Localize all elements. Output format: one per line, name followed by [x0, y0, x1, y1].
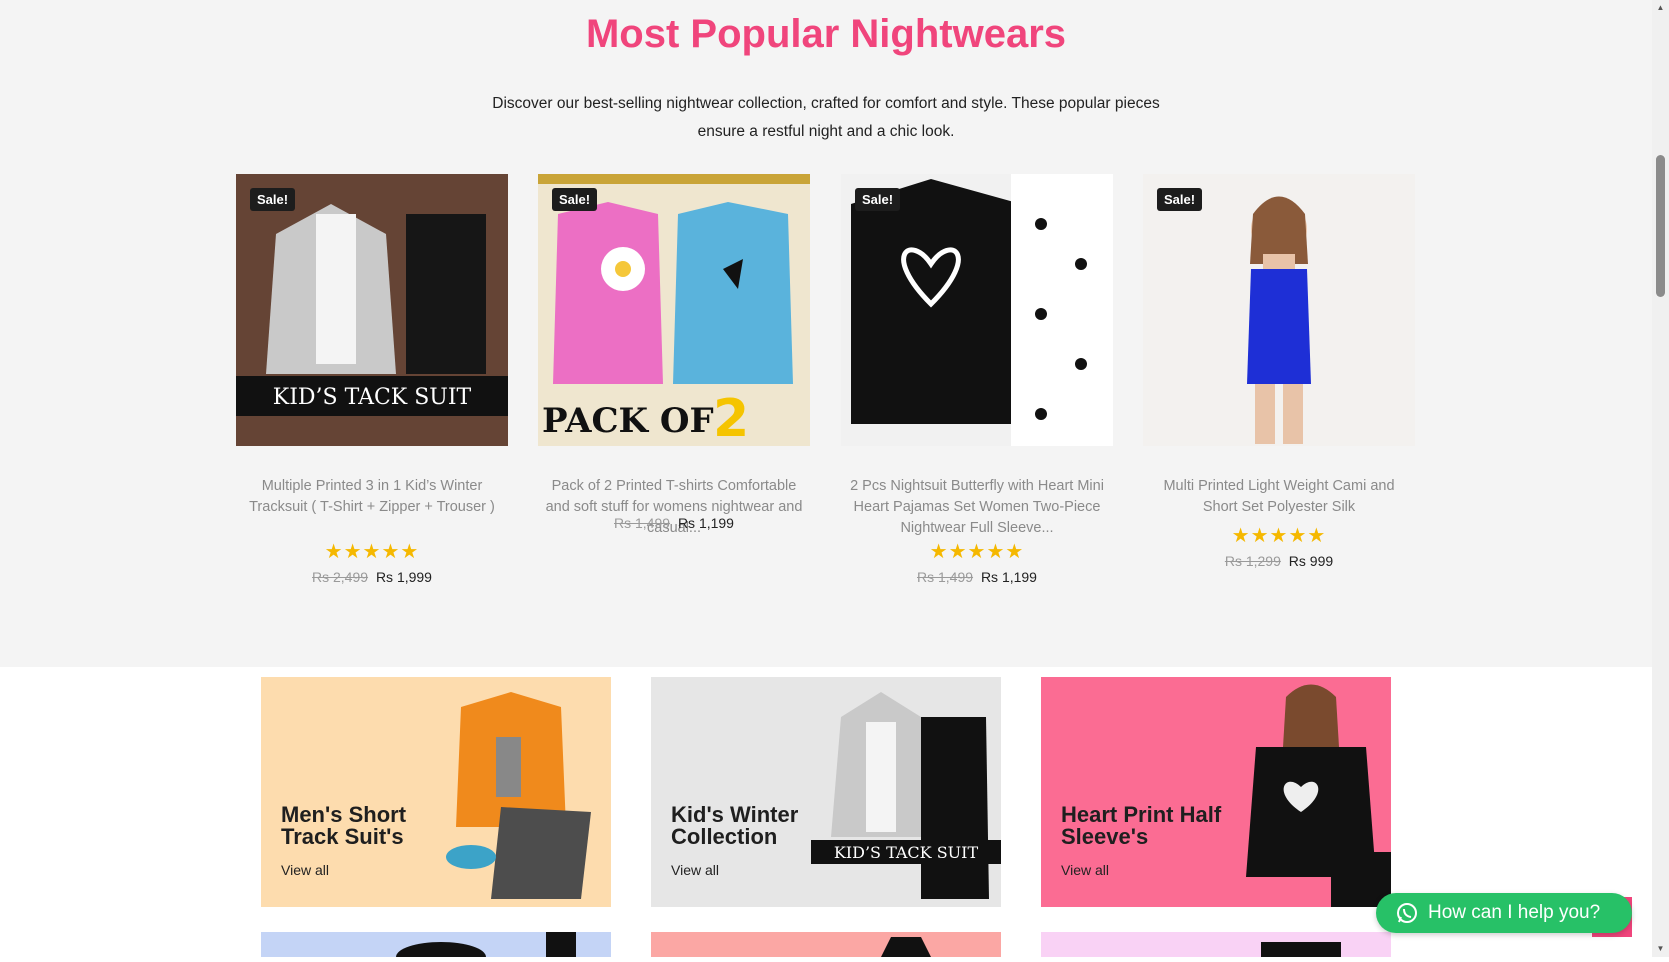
category-card-heart-print[interactable]: Heart Print Half Sleeve's View all	[1041, 677, 1391, 907]
product-price: Rs 1,499 Rs 1,199	[841, 569, 1113, 585]
product-title[interactable]: Multi Printed Light Weight Cami and Shor…	[1143, 476, 1415, 518]
category-image: KID’S TACK SUIT	[811, 692, 1001, 899]
product-price: Rs 1,299 Rs 999	[1143, 553, 1415, 569]
product-image[interactable]: KID’S TACK SUIT Sale!	[236, 174, 508, 446]
old-price: Rs 2,499	[312, 569, 369, 585]
scroll-down-icon[interactable]: ▼	[1656, 944, 1665, 954]
view-all-link[interactable]: View all	[281, 862, 329, 878]
scroll-up-icon[interactable]: ▲	[1656, 3, 1665, 13]
product-title[interactable]: Multiple Printed 3 in 1 Kid’s Winter Tra…	[236, 476, 508, 539]
sale-badge: Sale!	[250, 188, 296, 211]
product-image[interactable]: PACK OF 2 Sale!	[538, 174, 810, 446]
product-card[interactable]: KID’S TACK SUIT Sale! Multiple Printed 3…	[236, 174, 508, 585]
sale-price: Rs 1,199	[677, 515, 734, 531]
product-card[interactable]: Sale! Multi Printed Light Weight Cami an…	[1143, 174, 1415, 569]
product-card[interactable]: PACK OF 2 Sale! Pack of 2 Printed T-shir…	[538, 174, 810, 536]
category-card-mens-track-suits[interactable]: Men's Short Track Suit's View all	[261, 677, 611, 907]
sale-price: Rs 1,199	[980, 569, 1037, 585]
rating-stars: ★★★★★	[1231, 525, 1327, 547]
sale-badge: Sale!	[1157, 188, 1203, 211]
whatsapp-icon	[1397, 903, 1417, 923]
old-price: Rs 1,499	[917, 569, 974, 585]
help-label: How can I help you?	[1428, 902, 1601, 923]
image-caption: KID’S TACK SUIT	[273, 385, 472, 410]
category-card[interactable]	[261, 932, 611, 962]
section-description: Discover our best-selling nightwear coll…	[492, 95, 1160, 140]
category-title: Kid's Winter Collection	[671, 802, 799, 849]
sale-price: Rs 999	[1288, 553, 1334, 569]
sale-badge: Sale!	[855, 188, 901, 211]
view-all-link[interactable]: View all	[671, 862, 719, 878]
scroll-thumb[interactable]	[1656, 155, 1665, 297]
section-title: Most Popular Nightwears	[585, 12, 1067, 56]
image-caption: KID’S TACK SUIT	[834, 843, 979, 862]
view-all-link[interactable]: View all	[1061, 862, 1109, 878]
product-title[interactable]: 2 Pcs Nightsuit Butterfly with Heart Min…	[841, 476, 1113, 539]
image-caption-number: 2	[713, 389, 749, 446]
category-card[interactable]	[651, 932, 1001, 957]
sale-price: Rs 1,999	[375, 569, 432, 585]
category-card[interactable]	[1041, 932, 1391, 957]
sale-badge: Sale!	[552, 188, 598, 211]
page-scrollbar[interactable]: ▲ ▼	[1652, 0, 1669, 957]
image-caption: PACK OF	[542, 401, 714, 441]
category-image	[446, 692, 591, 899]
category-card-kids-winter[interactable]: KID’S TACK SUIT Kid's Winter Collection …	[651, 677, 1001, 907]
category-title: Men's Short Track Suit's	[281, 802, 407, 849]
category-image	[1246, 684, 1391, 907]
product-image[interactable]: Sale!	[841, 174, 1113, 446]
rating-stars: ★★★★★	[929, 541, 1025, 563]
product-card[interactable]: Sale! 2 Pcs Nightsuit Butterfly with Hea…	[841, 174, 1113, 585]
whatsapp-help-button[interactable]: How can I help you?	[1376, 893, 1632, 933]
old-price: Rs 1,499	[614, 515, 671, 531]
product-image[interactable]: Sale!	[1143, 174, 1415, 446]
category-title: Heart Print Half Sleeve's	[1061, 802, 1222, 849]
product-price: Rs 2,499 Rs 1,999	[236, 569, 508, 585]
rating-stars: ★★★★★	[324, 541, 420, 563]
old-price: Rs 1,299	[1224, 553, 1281, 569]
